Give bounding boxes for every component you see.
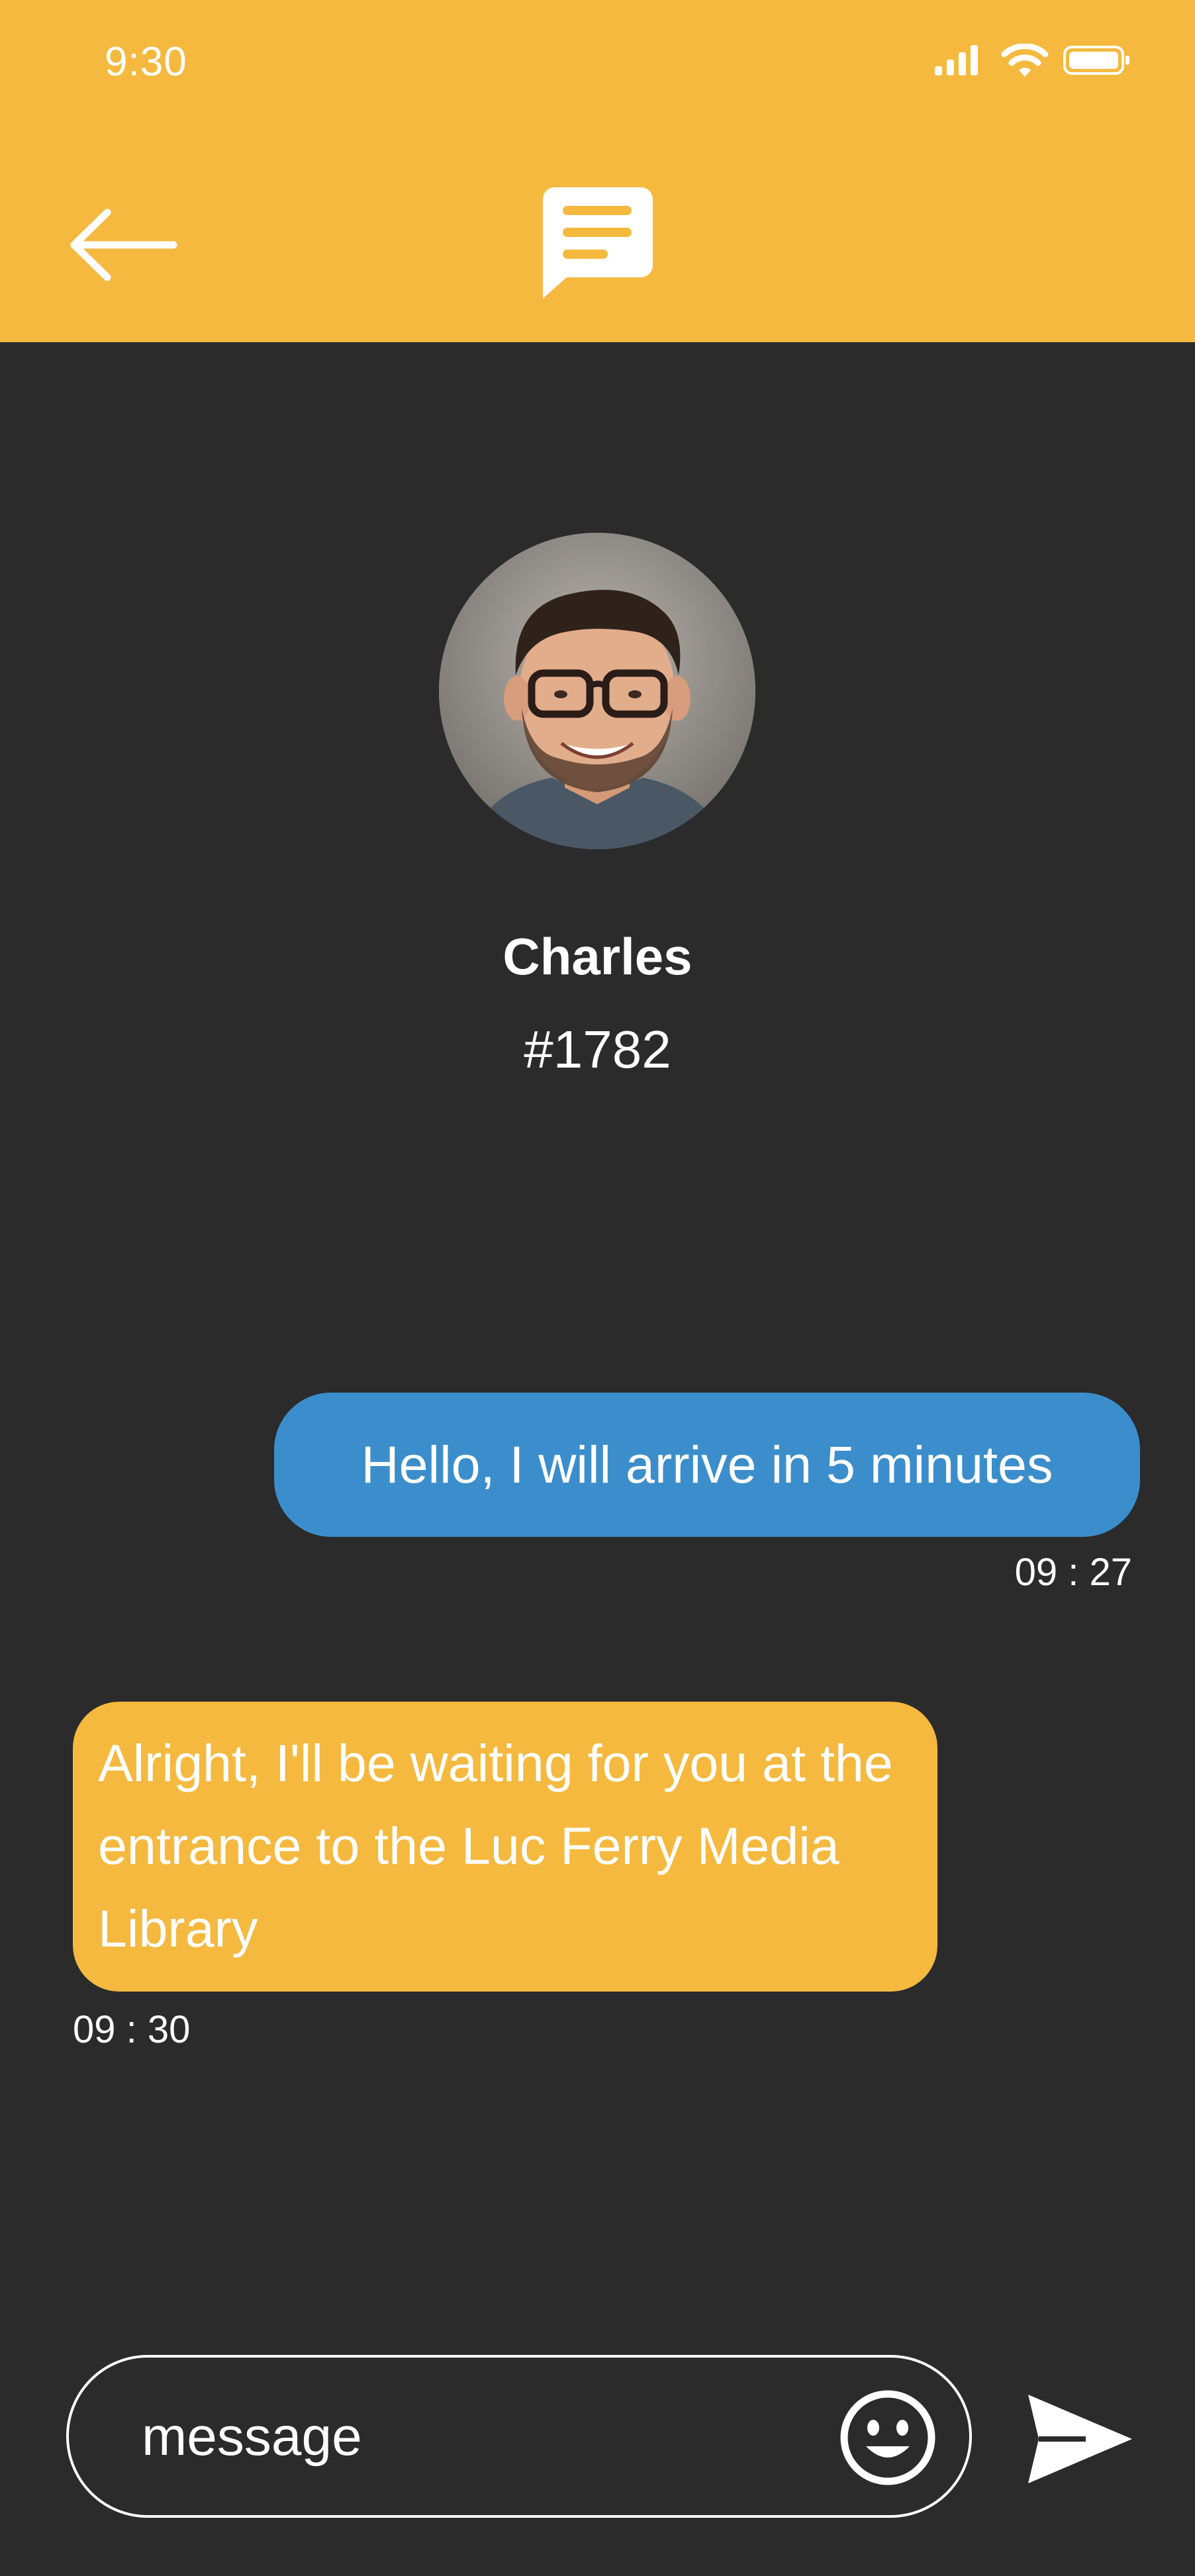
send-button[interactable] [1023,2389,1135,2489]
app-header: 9:30 [0,0,1195,342]
emoji-button[interactable] [838,2388,937,2487]
arrow-left-icon [70,208,177,281]
battery-icon [1063,46,1129,75]
message-input[interactable] [142,2391,817,2483]
avatar-photo [439,533,755,849]
message-text: Alright, I'll be waiting for you at the … [98,1733,893,1958]
wifi-icon [1001,44,1049,77]
signal-icon [935,45,978,75]
status-time: 9:30 [105,39,187,85]
back-button[interactable] [66,202,179,288]
contact-avatar [439,533,755,849]
chat-logo [542,187,653,300]
message-timestamp: 09 : 27 [1014,1551,1132,1594]
send-icon [1028,2395,1132,2483]
message-field[interactable] [66,2355,972,2518]
status-icons [933,44,1132,83]
message-timestamp: 09 : 30 [73,2008,191,2051]
contact-name: Charles [502,927,693,986]
outgoing-message-bubble[interactable]: Hello, I will arrive in 5 minutes [274,1393,1140,1537]
smiley-icon [840,2390,935,2485]
contact-id: #1782 [524,1020,671,1079]
chat-bubble-icon [542,187,653,299]
message-text: Hello, I will arrive in 5 minutes [361,1434,1053,1494]
incoming-message-bubble[interactable]: Alright, I'll be waiting for you at the … [73,1702,937,1992]
